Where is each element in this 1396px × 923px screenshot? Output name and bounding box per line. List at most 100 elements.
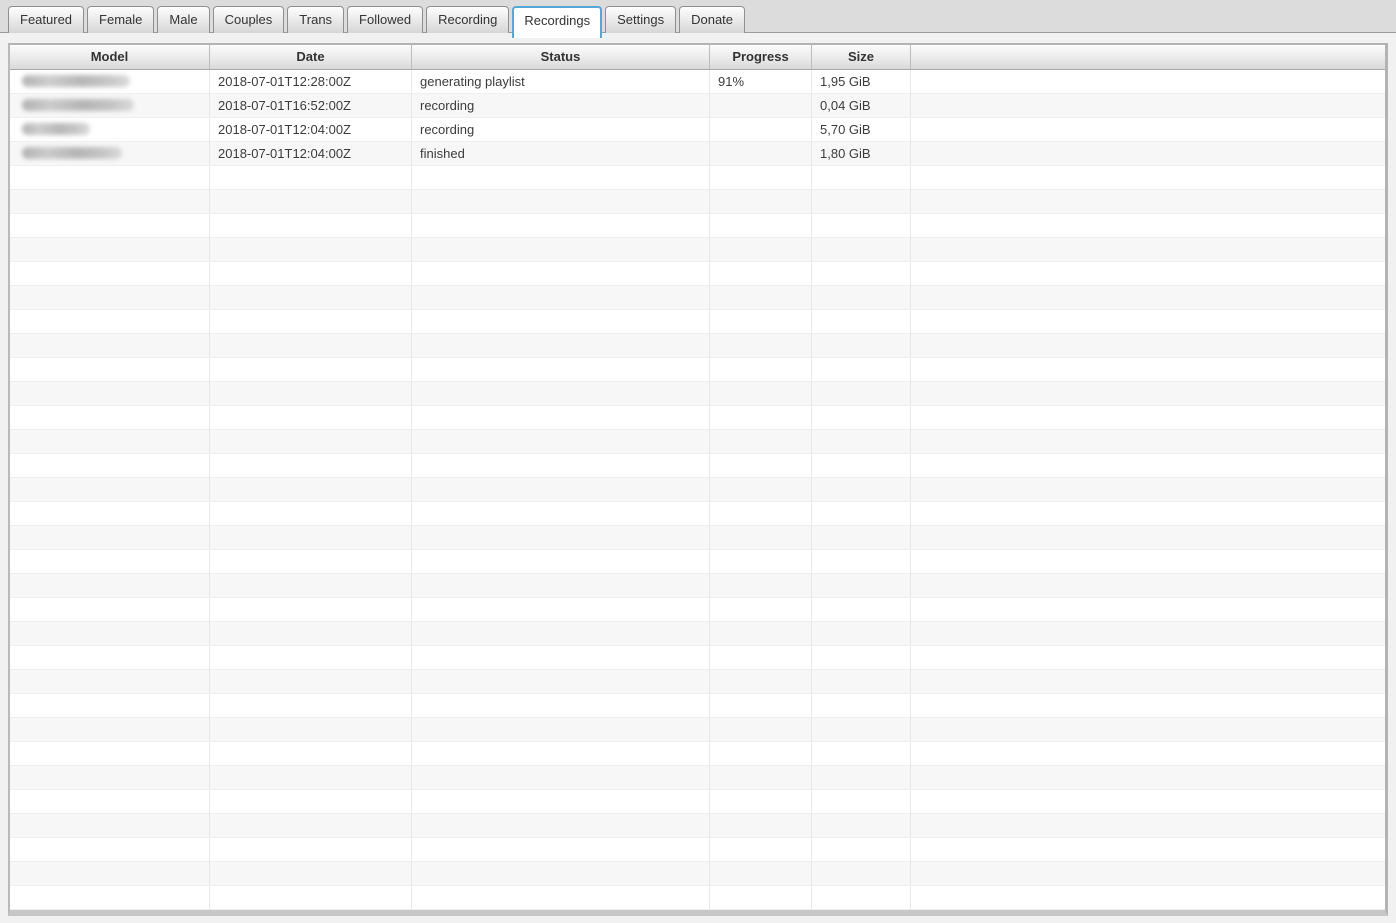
- cell-model: [10, 262, 210, 286]
- tab-recording[interactable]: Recording: [426, 6, 509, 33]
- cell-model: [10, 430, 210, 454]
- tab-donate[interactable]: Donate: [679, 6, 745, 33]
- cell-size: [812, 574, 911, 598]
- cell-extra: [911, 478, 1385, 502]
- cell-extra: [911, 766, 1385, 790]
- table-empty-row: [10, 454, 1385, 478]
- cell-status: [412, 598, 710, 622]
- cell-status: [412, 286, 710, 310]
- table-empty-row: [10, 646, 1385, 670]
- cell-date: [210, 166, 412, 190]
- cell-model: [10, 694, 210, 718]
- column-header-empty: [911, 45, 1385, 70]
- tab-couples[interactable]: Couples: [213, 6, 285, 33]
- tab-recordings[interactable]: Recordings: [512, 6, 602, 38]
- tab-featured[interactable]: Featured: [8, 6, 84, 33]
- cell-status: [412, 382, 710, 406]
- cell-model: [10, 886, 210, 910]
- cell-date: [210, 766, 412, 790]
- recording-row[interactable]: 2018-07-01T12:04:00Zfinished1,80 GiB: [10, 142, 1385, 166]
- recording-row[interactable]: 2018-07-01T12:28:00Zgenerating playlist9…: [10, 70, 1385, 94]
- cell-progress: [710, 574, 812, 598]
- tab-followed[interactable]: Followed: [347, 6, 423, 33]
- tab-female[interactable]: Female: [87, 6, 154, 33]
- cell-size: [812, 742, 911, 766]
- tab-male[interactable]: Male: [157, 6, 209, 33]
- recording-row[interactable]: 2018-07-01T12:04:00Zrecording5,70 GiB: [10, 118, 1385, 142]
- cell-model: [10, 310, 210, 334]
- recording-row[interactable]: 2018-07-01T16:52:00Zrecording0,04 GiB: [10, 94, 1385, 118]
- cell-size: [812, 238, 911, 262]
- cell-status: [412, 166, 710, 190]
- cell-progress: [710, 766, 812, 790]
- cell-size: 1,80 GiB: [812, 142, 911, 166]
- column-header-status[interactable]: Status: [412, 45, 710, 70]
- cell-progress: [710, 358, 812, 382]
- tab-bar: Featured Female Male Couples Trans Follo…: [0, 0, 1396, 33]
- cell-progress: [710, 862, 812, 886]
- cell-extra: [911, 598, 1385, 622]
- cell-date: [210, 310, 412, 334]
- cell-size: 5,70 GiB: [812, 118, 911, 142]
- table-empty-row: [10, 430, 1385, 454]
- cell-status: [412, 622, 710, 646]
- cell-extra: [911, 262, 1385, 286]
- cell-status: [412, 430, 710, 454]
- table-empty-row: [10, 622, 1385, 646]
- cell-size: [812, 430, 911, 454]
- cell-extra: [911, 526, 1385, 550]
- cell-size: [812, 478, 911, 502]
- cell-extra: [911, 286, 1385, 310]
- column-header-date[interactable]: Date: [210, 45, 412, 70]
- cell-model: [10, 574, 210, 598]
- cell-date: [210, 190, 412, 214]
- cell-extra: [911, 94, 1385, 118]
- cell-size: [812, 670, 911, 694]
- cell-size: [812, 358, 911, 382]
- recordings-table: Model Date Status Progress Size 2018-07-…: [8, 43, 1388, 916]
- cell-size: [812, 646, 911, 670]
- column-header-progress[interactable]: Progress: [710, 45, 812, 70]
- cell-progress: [710, 454, 812, 478]
- cell-extra: [911, 862, 1385, 886]
- cell-status: [412, 550, 710, 574]
- cell-status: [412, 238, 710, 262]
- cell-progress: [710, 550, 812, 574]
- table-empty-row: [10, 814, 1385, 838]
- tab-trans[interactable]: Trans: [287, 6, 344, 33]
- cell-size: [812, 622, 911, 646]
- cell-progress: [710, 622, 812, 646]
- model-name-redacted: [22, 147, 122, 159]
- cell-date: [210, 574, 412, 598]
- table-header-row: Model Date Status Progress Size: [10, 45, 1385, 70]
- cell-extra: [911, 670, 1385, 694]
- cell-status: [412, 574, 710, 598]
- cell-date: [210, 478, 412, 502]
- cell-progress: [710, 502, 812, 526]
- cell-status: [412, 454, 710, 478]
- column-header-size[interactable]: Size: [812, 45, 911, 70]
- cell-size: [812, 862, 911, 886]
- cell-progress: [710, 406, 812, 430]
- cell-extra: [911, 214, 1385, 238]
- tab-settings[interactable]: Settings: [605, 6, 676, 33]
- cell-date: 2018-07-01T12:28:00Z: [210, 70, 412, 94]
- cell-date: [210, 646, 412, 670]
- cell-progress: [710, 790, 812, 814]
- table-empty-row: [10, 766, 1385, 790]
- cell-extra: [911, 310, 1385, 334]
- cell-size: [812, 190, 911, 214]
- cell-status: [412, 670, 710, 694]
- cell-status: finished: [412, 142, 710, 166]
- cell-extra: [911, 790, 1385, 814]
- cell-model: [10, 286, 210, 310]
- cell-size: [812, 214, 911, 238]
- cell-progress: [710, 886, 812, 910]
- column-header-model[interactable]: Model: [10, 45, 210, 70]
- cell-date: [210, 550, 412, 574]
- cell-extra: [911, 742, 1385, 766]
- table-empty-row: [10, 718, 1385, 742]
- cell-date: [210, 214, 412, 238]
- cell-status: recording: [412, 94, 710, 118]
- cell-model: [10, 454, 210, 478]
